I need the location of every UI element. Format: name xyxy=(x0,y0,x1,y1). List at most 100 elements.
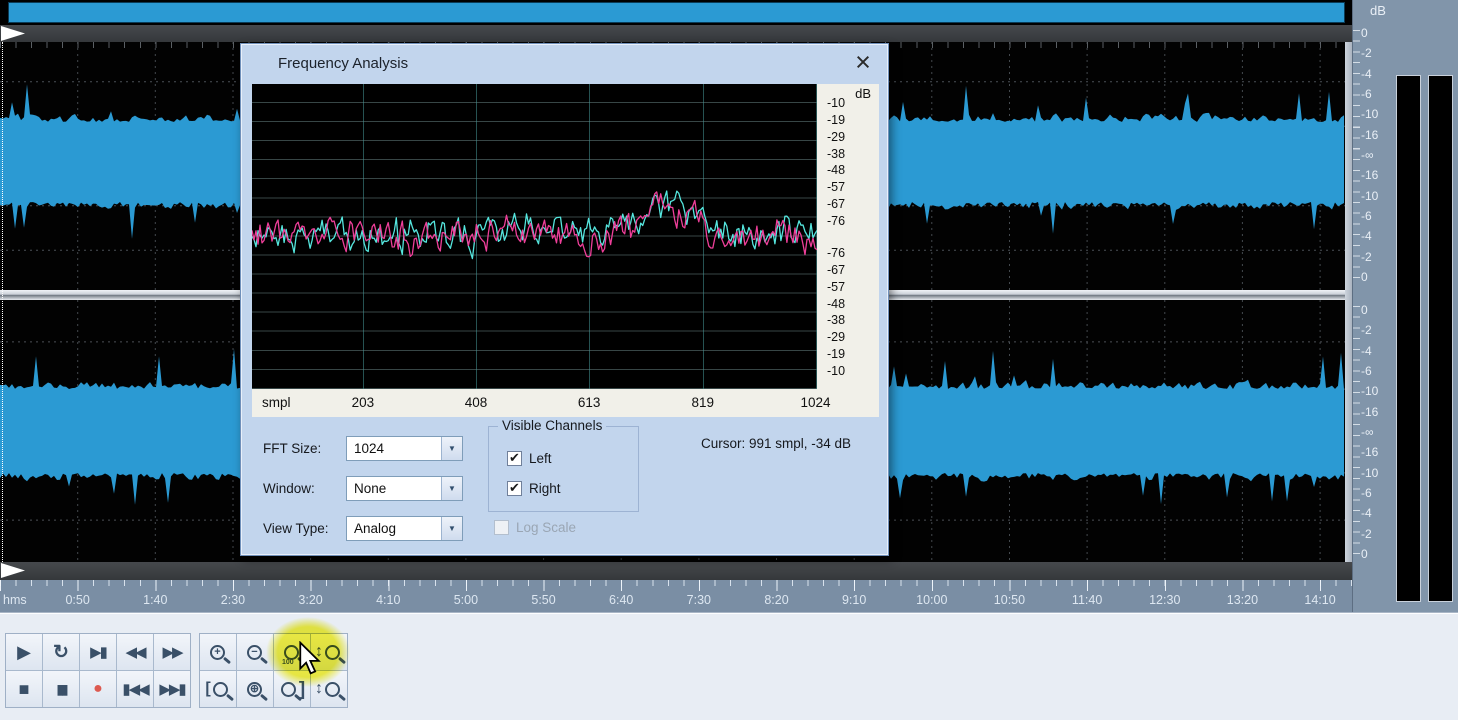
window-dropdown[interactable]: None ▼ xyxy=(346,475,463,501)
go-to-end-button[interactable]: ▶▶▮ xyxy=(154,671,190,707)
record-button[interactable]: ● xyxy=(80,671,116,707)
x-tick-label: 613 xyxy=(577,395,601,410)
chevron-down-icon[interactable]: ▼ xyxy=(441,516,462,540)
meter-scale-label: -6 xyxy=(1361,485,1372,500)
meter-unit-label: dB xyxy=(1370,3,1386,18)
y-tick-label: -19 xyxy=(827,347,846,362)
loop-play-button[interactable]: ↻ xyxy=(43,634,79,670)
meter-ticks-left-channel xyxy=(1353,30,1360,285)
dialog-title-bar[interactable]: Frequency Analysis × xyxy=(241,44,888,82)
ruler-time-label: 4:10 xyxy=(376,593,401,607)
chevron-down-icon[interactable]: ▼ xyxy=(441,476,462,500)
chevron-down-icon[interactable]: ▼ xyxy=(441,436,462,460)
y-tick-label: -19 xyxy=(827,112,846,127)
window-field-row: Window: None ▼ xyxy=(263,475,463,501)
stop-button[interactable]: ■ xyxy=(6,671,42,707)
spectrum-plot[interactable] xyxy=(252,84,817,389)
x-tick-label: 819 xyxy=(691,395,715,410)
view-type-dropdown[interactable]: Analog ▼ xyxy=(346,515,463,541)
stop-icon: ■ xyxy=(18,679,30,699)
zoom-selection-start-icon xyxy=(212,681,228,697)
right-channel-row: Right xyxy=(507,481,561,496)
x-tick-label: 1024 xyxy=(800,395,831,410)
overview-waveform-bar[interactable] xyxy=(8,2,1345,23)
bottom-marker-strip[interactable] xyxy=(0,562,1352,580)
ruler-time-label: 3:20 xyxy=(298,593,323,607)
ruler-time-label: 14:10 xyxy=(1304,593,1336,607)
zoom-selection-button[interactable]: ⊕ xyxy=(237,671,273,707)
meter-scale-label: -16 xyxy=(1361,404,1379,419)
checkmark-icon xyxy=(509,481,520,494)
right-channel-checkbox[interactable] xyxy=(507,481,522,496)
level-meter-panel: dB 0 -2 -4 -6 -10 -16 -∞ -16 -10 -6 -4 -2 0 0 -2 -4 -6 -… xyxy=(1352,0,1458,612)
meter-scale-label: -2 xyxy=(1361,323,1372,338)
y-tick-label: -57 xyxy=(827,180,846,195)
finish-marker-icon[interactable] xyxy=(1,563,25,578)
ruler-time-label: 0:50 xyxy=(65,593,90,607)
meter-scale-label: -6 xyxy=(1361,208,1372,223)
zoom-in-button[interactable]: + xyxy=(200,634,236,670)
cursor-readout: Cursor: 991 smpl, -34 dB xyxy=(701,436,852,451)
y-tick-label: -38 xyxy=(827,146,846,161)
ruler-time-label: 8:20 xyxy=(764,593,789,607)
meter-scale-label: -4 xyxy=(1361,229,1372,244)
y-tick-label: -57 xyxy=(827,279,846,294)
time-ruler[interactable]: hms 0:50 1:40 2:30 3:20 4:10 5:00 5:50 6:40 7:30 8… xyxy=(0,580,1352,612)
view-type-label: View Type: xyxy=(263,520,329,536)
close-icon[interactable]: × xyxy=(848,47,878,77)
plot-x-axis: smpl 203 408 613 819 1024 xyxy=(252,389,879,417)
play-to-end-icon: ▶▮ xyxy=(90,643,108,661)
y-ticks-lower: -76 -67 -57 -48 -38 -29 -19 -10 xyxy=(827,246,867,378)
groupbox-title: Visible Channels xyxy=(498,418,607,433)
log-scale-checkbox xyxy=(494,520,509,535)
meter-scale-label: -4 xyxy=(1361,506,1372,521)
fft-size-field-row: FFT Size: 1024 ▼ xyxy=(263,435,463,461)
meter-scale-left-channel: 0 -2 -4 -6 -10 -16 -∞ -16 -10 -6 -4 -2 0 xyxy=(1361,26,1397,284)
y-tick-label: -38 xyxy=(827,313,846,328)
view-type-field-row: View Type: Analog ▼ xyxy=(263,515,463,541)
x-tick-label: 203 xyxy=(351,395,375,410)
meter-scale-label: -2 xyxy=(1361,249,1372,264)
go-to-start-button[interactable]: ▮◀◀ xyxy=(117,671,153,707)
play-button[interactable]: ▶ xyxy=(6,634,42,670)
rewind-icon: ◀◀ xyxy=(125,643,146,661)
top-marker-strip[interactable] xyxy=(0,25,1352,42)
x-tick-label: 408 xyxy=(464,395,488,410)
left-channel-checkbox[interactable] xyxy=(507,451,522,466)
spectrum-plot-panel: dB -10 -19 -29 -38 -48 -57 -67 -76 -76 -67 -57 -48… xyxy=(252,84,879,417)
y-tick-label: -76 xyxy=(827,246,846,260)
editor-meter-divider xyxy=(1345,42,1352,562)
zoom-out-icon: − xyxy=(247,644,262,660)
checkmark-icon xyxy=(509,451,520,464)
pause-button[interactable]: ▮▮ xyxy=(43,671,79,707)
plot-y-axis: dB -10 -19 -29 -38 -48 -57 -67 -76 -76 -67 -57 -48… xyxy=(817,84,879,389)
x-axis-unit: smpl xyxy=(262,395,291,410)
rewind-button[interactable]: ◀◀ xyxy=(117,634,153,670)
fft-size-label: FFT Size: xyxy=(263,440,322,456)
go-to-start-icon: ▮◀◀ xyxy=(122,680,149,698)
zoom-selection-start-button[interactable]: [ xyxy=(200,671,236,707)
zoom-selection-icon: ⊕ xyxy=(247,681,262,697)
start-marker-icon[interactable] xyxy=(1,26,25,41)
ruler-time-label: hms xyxy=(3,593,27,607)
ruler-time-label: 5:00 xyxy=(453,593,479,607)
zoom-vertical-out-icon xyxy=(325,681,340,697)
fast-forward-button[interactable]: ▶▶ xyxy=(154,634,190,670)
meter-scale-label: -2 xyxy=(1361,46,1372,61)
meter-scale-label: -2 xyxy=(1361,526,1372,541)
control-panel: ▶ ↻ ▶▮ ◀◀ ▶▶ ■ ▮▮ ● ▮◀◀ ▶▶▮ + − [⊕] ↕ xyxy=(0,612,1458,720)
meter-scale-label: 0 xyxy=(1361,303,1368,317)
play-to-end-button[interactable]: ▶▮ xyxy=(80,634,116,670)
log-scale-label: Log Scale xyxy=(516,520,577,535)
meter-scale-label: 0 xyxy=(1361,546,1368,561)
loop-play-icon: ↻ xyxy=(53,641,69,663)
fast-forward-icon: ▶▶ xyxy=(162,643,183,661)
meter-scale-right-channel: 0 -2 -4 -6 -10 -16 -∞ -16 -10 -6 -4 -2 0 xyxy=(1361,303,1397,561)
fft-size-dropdown[interactable]: 1024 ▼ xyxy=(346,435,463,461)
y-tick-label: -48 xyxy=(827,163,846,178)
meter-scale-label: -10 xyxy=(1361,188,1379,203)
meter-bar-right xyxy=(1428,75,1453,602)
window-label: Window: xyxy=(263,480,315,496)
meter-scale-label: -4 xyxy=(1361,343,1372,358)
meter-bar-left xyxy=(1396,75,1421,602)
